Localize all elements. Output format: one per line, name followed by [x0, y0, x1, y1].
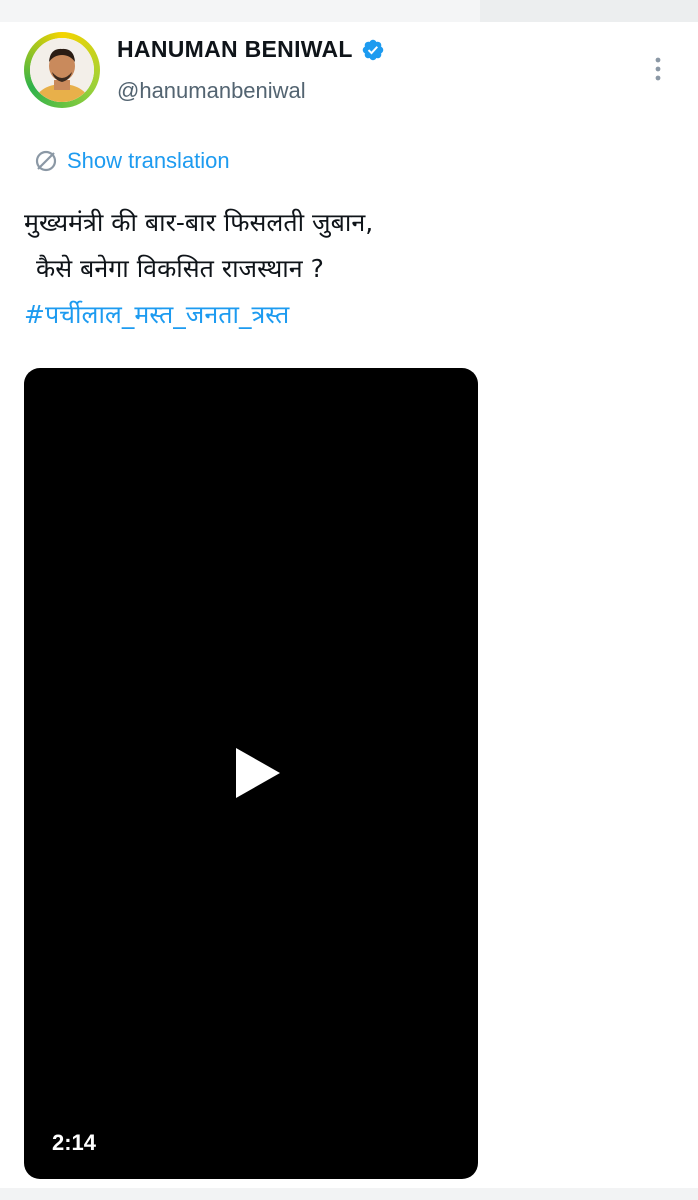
profile-name[interactable]: HANUMAN BENIWAL: [117, 36, 353, 63]
profile-handle[interactable]: @hanumanbeniwal: [117, 78, 306, 104]
video-duration: 2:14: [52, 1130, 97, 1155]
tweet-line-1: मुख्यमंत्री की बार-बार फिसलती जुबान,: [24, 208, 374, 237]
more-vertical-icon[interactable]: [648, 54, 668, 84]
verified-badge-icon: [362, 39, 384, 60]
play-icon[interactable]: [234, 746, 282, 800]
show-translation-label: Show translation: [67, 148, 230, 173]
video-player[interactable]: 2:14: [24, 368, 478, 1179]
tweet-line-2: कैसे बनेगा विकसित राजस्थान ?: [36, 254, 324, 283]
bottom-bar: [0, 1188, 698, 1200]
avatar[interactable]: [24, 32, 100, 108]
tweet-text: मुख्यमंत्री की बार-बार फिसलती जुबान, कैस…: [24, 200, 664, 338]
hashtag-link[interactable]: #पर्चीलाल_मस्त_जनता_त्रस्त: [24, 292, 664, 338]
globe-translate-icon: [35, 150, 57, 172]
show-translation-button[interactable]: Show translation: [33, 148, 230, 174]
avatar-photo: [30, 38, 94, 102]
top-bar: [0, 0, 698, 22]
profile-header: HANUMAN BENIWAL: [117, 36, 385, 63]
